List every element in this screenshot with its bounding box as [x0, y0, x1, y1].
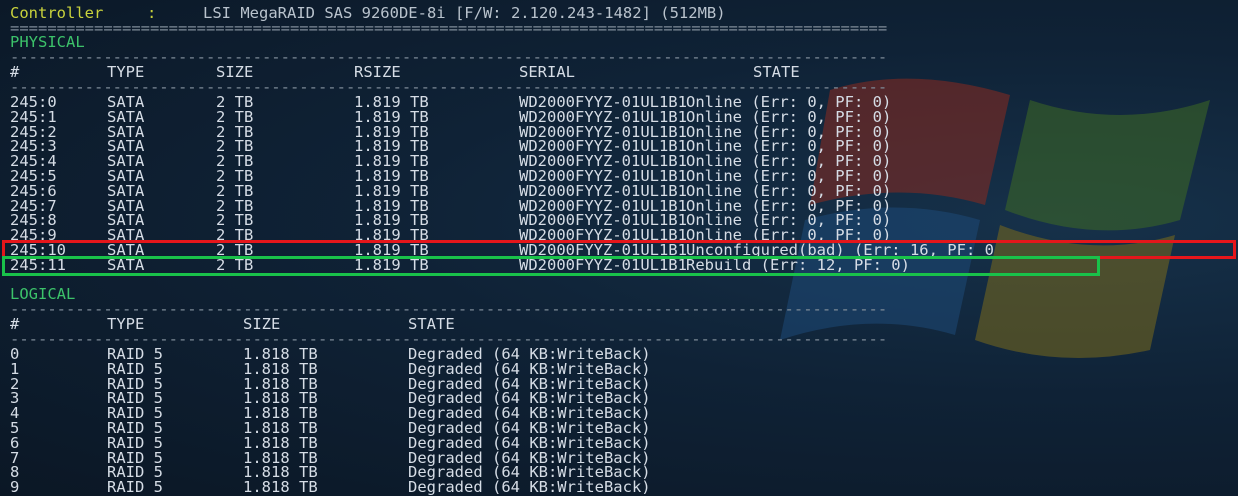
logical-cell-type: RAID 5 — [107, 478, 163, 496]
logical-cell-id: 9 — [10, 478, 20, 496]
separator-line: ========================================… — [10, 19, 888, 37]
logical-cell-size: 1.818 TB — [243, 478, 318, 496]
logical-cell-state: Degraded (64 KB:WriteBack) — [408, 478, 651, 496]
rebuild-drive-highlight — [2, 256, 1100, 276]
